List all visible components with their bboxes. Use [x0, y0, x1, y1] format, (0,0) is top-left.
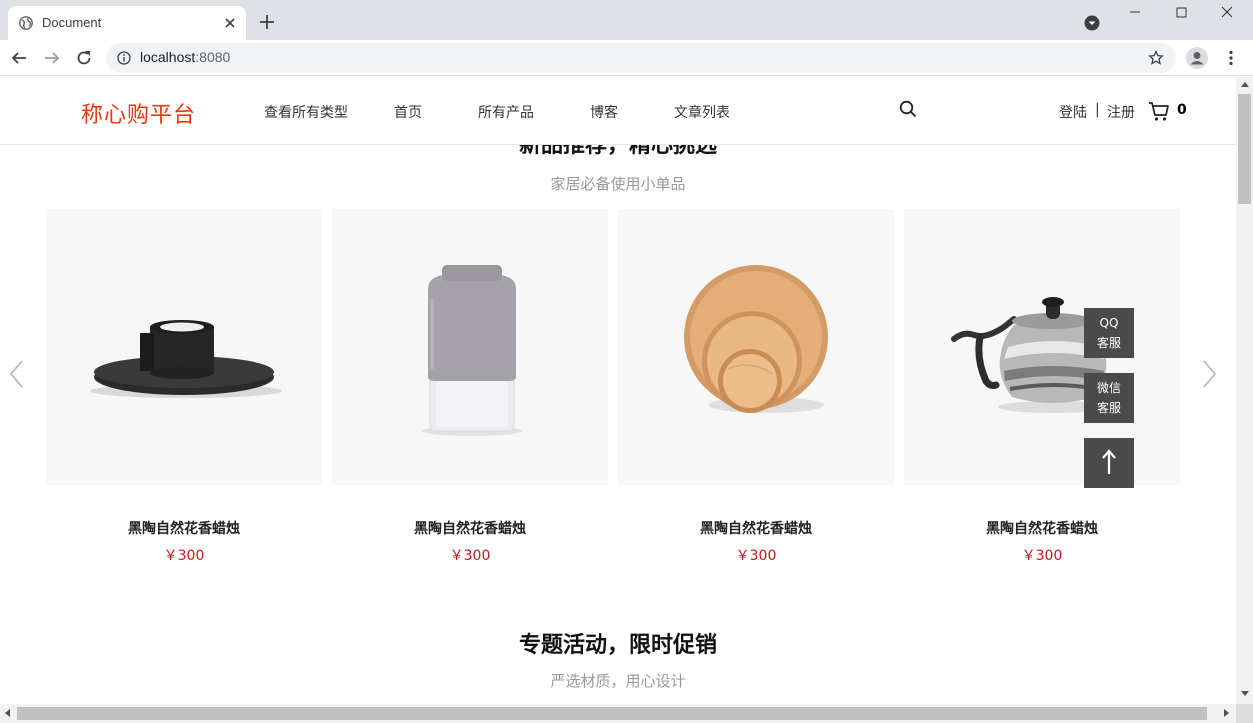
browser-window: Document localhost:8080 新品推荐，精心挑选 家居必备使用…: [0, 0, 1253, 723]
browser-toolbar: localhost:8080: [0, 40, 1253, 76]
site-header: 称心购平台 查看所有类型 首页 所有产品 博客 文章列表 登陆 | 注册 0: [0, 77, 1236, 145]
scroll-right-icon[interactable]: [1224, 709, 1229, 717]
url-text: localhost:8080: [140, 49, 231, 65]
horizontal-scrollbar[interactable]: [0, 704, 1236, 723]
close-tab-icon[interactable]: [222, 15, 238, 31]
product-price: ￥300: [735, 548, 777, 564]
scroll-down-icon[interactable]: [1241, 691, 1249, 696]
back-to-top-button[interactable]: [1084, 438, 1134, 488]
section-title: 专题活动，限时促销: [518, 633, 717, 658]
vertical-scroll-thumb[interactable]: [1238, 94, 1251, 204]
candle-holder-image: [90, 320, 282, 398]
search-icon[interactable]: [899, 100, 917, 118]
wooden-plates-image: [684, 265, 828, 413]
section-subtitle: 家居必备使用小单品: [550, 175, 686, 193]
nav-all-types[interactable]: 查看所有类型: [264, 102, 348, 122]
product-image-vase[interactable]: [332, 209, 608, 485]
address-bar[interactable]: localhost:8080: [106, 43, 1176, 73]
browser-tab[interactable]: Document: [8, 6, 246, 40]
product-image-plates[interactable]: [618, 209, 894, 485]
tab-strip: Document: [0, 0, 1253, 40]
login-link[interactable]: 登陆: [1059, 102, 1087, 122]
browser-menu-icon[interactable]: [1222, 49, 1240, 67]
auth-separator: |: [1095, 102, 1100, 118]
shopping-cart-icon[interactable]: [1148, 100, 1170, 122]
register-link[interactable]: 注册: [1107, 102, 1135, 122]
cart-count: 0: [1177, 102, 1187, 118]
carousel-next-icon[interactable]: [1200, 359, 1220, 389]
product-name[interactable]: 黑陶自然花香蜡烛: [618, 518, 894, 538]
nav-home[interactable]: 首页: [394, 102, 422, 122]
site-logo[interactable]: 称心购平台: [81, 97, 196, 129]
steel-kettle-image: [951, 297, 1110, 413]
back-arrow-icon[interactable]: [10, 49, 28, 67]
reload-icon[interactable]: [75, 49, 93, 67]
page-viewport: 新品推荐，精心挑选 家居必备使用小单品 称心购平台 查看所有类型 首页 所有产品…: [0, 77, 1236, 704]
product-image-kettle[interactable]: [904, 209, 1180, 485]
qq-label: QQ: [1099, 316, 1119, 330]
qq-service-label: 客服: [1096, 336, 1121, 350]
tab-search-icon[interactable]: [1084, 15, 1100, 31]
bookmark-star-icon[interactable]: [1148, 50, 1164, 66]
scroll-up-icon[interactable]: [1241, 82, 1249, 87]
info-icon[interactable]: [117, 51, 131, 65]
nav-all-products[interactable]: 所有产品: [478, 102, 534, 122]
wechat-service-label: 客服: [1096, 401, 1121, 415]
minimize-icon[interactable]: [1127, 4, 1143, 20]
product-name[interactable]: 黑陶自然花香蜡烛: [904, 518, 1180, 538]
new-tab-icon[interactable]: [258, 13, 276, 31]
nav-blog[interactable]: 博客: [590, 102, 618, 122]
wechat-label: 微信: [1096, 381, 1121, 395]
product-price: ￥300: [163, 548, 205, 564]
scrollbar-corner: [1236, 704, 1253, 723]
product-name[interactable]: 黑陶自然花香蜡烛: [46, 518, 322, 538]
product-price: ￥300: [449, 548, 491, 564]
maximize-icon[interactable]: [1173, 4, 1189, 20]
horizontal-scroll-thumb[interactable]: [17, 707, 1207, 720]
section-subtitle: 严选材质，用心设计: [550, 672, 686, 690]
profile-avatar-icon[interactable]: [1186, 47, 1208, 69]
product-image-candle[interactable]: [46, 209, 322, 485]
close-window-icon[interactable]: [1219, 4, 1235, 20]
scroll-left-icon[interactable]: [5, 709, 10, 717]
wechat-service-button[interactable]: 微信 客服: [1084, 373, 1134, 423]
vertical-scrollbar[interactable]: [1236, 77, 1253, 704]
product-price: ￥300: [1021, 548, 1063, 564]
globe-icon: [19, 16, 33, 30]
nav-article-list[interactable]: 文章列表: [674, 102, 730, 122]
velvet-vase-image: [422, 265, 522, 436]
product-name[interactable]: 黑陶自然花香蜡烛: [332, 518, 608, 538]
carousel-prev-icon[interactable]: [6, 359, 26, 389]
arrow-up-icon: [1102, 449, 1116, 474]
tab-title: Document: [42, 15, 102, 30]
forward-arrow-icon[interactable]: [43, 49, 61, 67]
qq-service-button[interactable]: QQ 客服: [1084, 308, 1134, 358]
